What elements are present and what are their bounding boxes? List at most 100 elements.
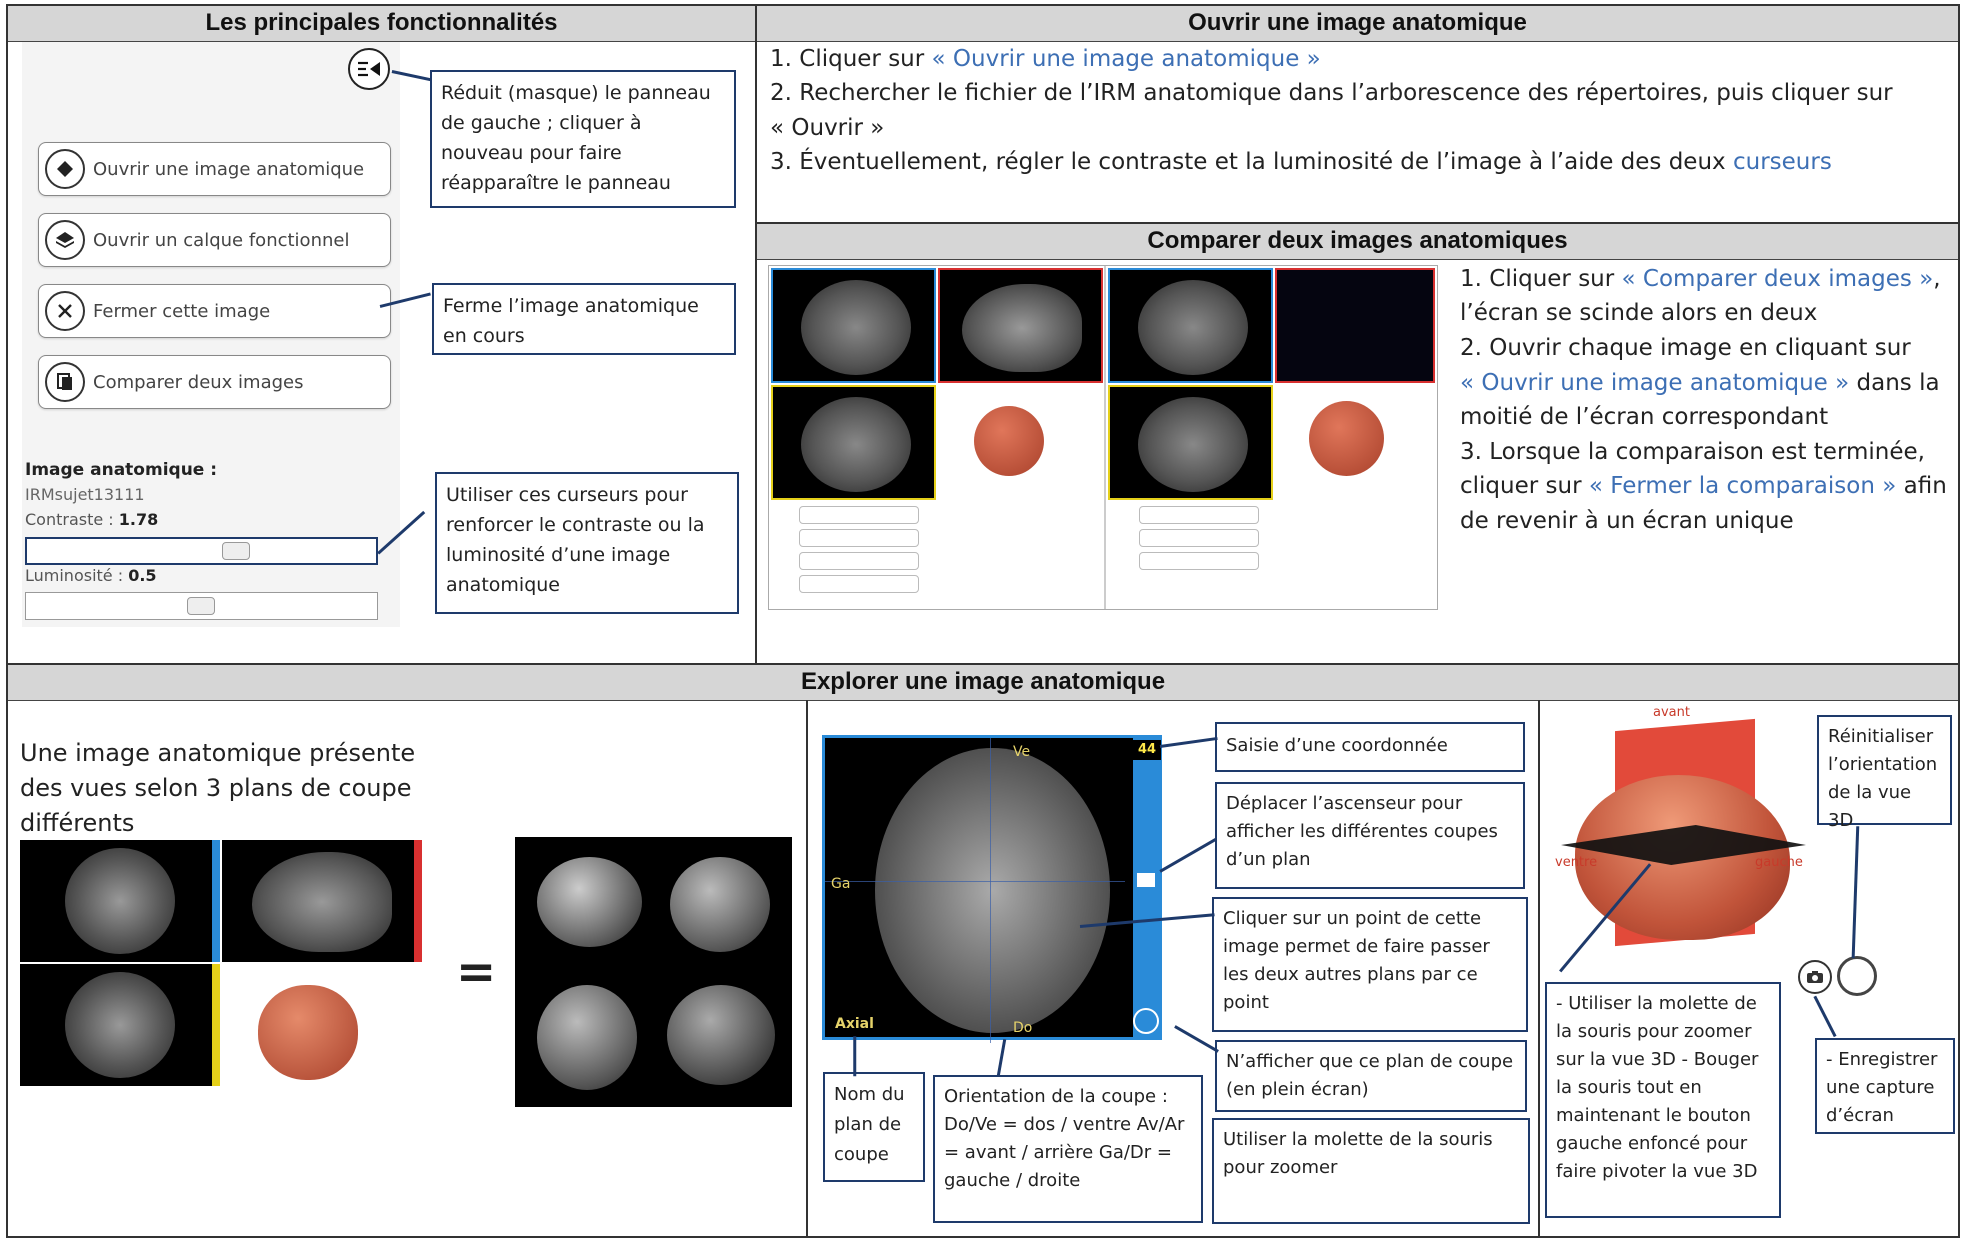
open-image-header: Ouvrir une image anatomique [757,6,1958,42]
compare-left-axial [771,268,936,383]
brightness-label: Luminosité : [25,566,124,585]
compare-step-2: 2. Ouvrir chaque image en cliquant sur [1460,335,1911,361]
compare-step-3-link[interactable]: « Fermer la comparaison » [1589,473,1896,499]
slider-note: Utiliser ces curseurs pour renforcer le … [435,472,739,614]
fullscreen-icon[interactable] [1133,1008,1159,1034]
compare-right-sagittal [1275,268,1435,383]
axial-slice-input[interactable]: 44 [1133,740,1161,760]
compare-images-label: Comparer deux images [93,371,304,393]
explore-divider-1 [806,700,808,1238]
compare-step-1: 1. Cliquer sur « Comparer deux images », [1460,262,1941,296]
compare-step-1-post: , [1933,266,1941,292]
compare-left-3d [974,406,1044,476]
axial-ga: Ga [831,876,851,892]
open-functional-label: Ouvrir un calque fonctionnel [93,229,350,251]
open-step-3: 3. Éventuellement, régler le contraste e… [770,145,1832,179]
brightness-row: Luminosité : 0.5 [25,566,157,585]
contrast-row: Contraste : 1.78 [25,510,158,529]
compare-step-3: 3. Lorsque la comparaison est terminée, [1460,439,1925,465]
callout-plane-name: Nom du plan de coupe [823,1072,925,1182]
explore-intro: Une image anatomique présente des vues s… [20,739,416,837]
contrast-slider-handle[interactable] [222,542,250,560]
compare-right-axial [1108,268,1273,383]
compare-left-coronal [771,385,936,500]
plane-coronal-thumb [20,964,220,1086]
axial-do: Do [1013,1020,1033,1036]
open-anatomical-button[interactable]: Ouvrir une image anatomique [38,142,391,196]
plane-sagittal-thumb [222,840,422,962]
open-step-1-link[interactable]: « Ouvrir une image anatomique » [932,46,1321,72]
close-image-button[interactable]: Fermer cette image [38,284,391,338]
axial-plane-name: Axial [835,1016,874,1032]
callout-coordinate: Saisie d’une coordonnée [1215,722,1525,772]
callout-capture: - Enregistrer une capture d’écran [1815,1038,1955,1134]
compare-step-2-line2: « Ouvrir une image anatomique » dans la [1460,366,1940,400]
plane-3d-thumb [258,985,358,1080]
compare-screenshot [768,265,1438,610]
explore-header: Explorer une image anatomique [8,665,1958,701]
axial-scroll-handle[interactable] [1137,873,1155,887]
image-label: Image anatomique : [25,460,218,480]
contrast-slider[interactable] [25,537,378,565]
axial-view[interactable]: Ve Do Ga Dr Axial 44 [822,735,1162,1043]
open-step-2: 2. Rechercher le fichier de l’IRM anatom… [770,80,1893,106]
close-note: Ferme l’image anatomique en cours [432,283,736,355]
open-step-1-text: 1. Cliquer sur [770,46,932,72]
compare-step-3-text: cliquer sur [1460,473,1589,499]
open-step-3-text: 3. Éventuellement, régler le contraste e… [770,149,1733,175]
label-ventre: ventre [1555,855,1598,870]
open-image-icon [45,149,85,189]
callout-mouse-3d: - Utiliser la molette de la souris pour … [1545,982,1781,1218]
callout-fullscreen: N’afficher que ce plan de coupe (en plei… [1215,1040,1527,1112]
brightness-slider[interactable] [25,592,378,620]
collapse-panel-icon[interactable] [348,48,390,90]
plane-axial-thumb [20,840,220,962]
equals-sign: = [456,944,497,1000]
contrast-label: Contraste : [25,510,114,529]
callout-click-point: Cliquer sur un point de cette image perm… [1212,897,1528,1032]
view-3d[interactable]: avant ventre gauche [1555,705,1810,965]
open-step-2-link[interactable]: « Ouvrir » [770,111,884,145]
compare-right-coronal [1108,385,1273,500]
callout-scroll: Déplacer l’ascenseur pour afficher les d… [1215,782,1525,889]
brightness-value: 0.5 [128,566,157,585]
compare-header: Comparer deux images anatomiques [757,224,1958,260]
compare-step-1-link[interactable]: « Comparer deux images » [1622,266,1934,292]
open-functional-layer-button[interactable]: Ouvrir un calque fonctionnel [38,213,391,267]
compare-right-3d [1309,401,1384,476]
compare-step-1-line2: l’écran se scinde alors en deux [1460,300,1818,326]
open-step-1: 1. Cliquer sur « Ouvrir une image anatom… [770,42,1321,76]
label-avant: avant [1653,705,1690,720]
compare-step-1-text: 1. Cliquer sur [1460,266,1622,292]
axial-scroll-track[interactable] [1133,738,1159,1037]
layers-icon [45,220,85,260]
compare-images-button[interactable]: Comparer deux images [38,355,391,409]
compare-left-sagittal [938,268,1103,383]
open-anatomical-label: Ouvrir une image anatomique [93,158,365,180]
label-gauche: gauche [1755,855,1803,870]
contrast-value: 1.78 [118,510,159,529]
axial-ve: Ve [1013,744,1031,760]
compare-step-2-link[interactable]: « Ouvrir une image anatomique » [1460,370,1849,396]
compare-icon [45,362,85,402]
collapse-note: Réduit (masque) le panneau de gauche ; c… [430,70,736,208]
compare-step-3-line2: cliquer sur « Fermer la comparaison » af… [1460,469,1947,503]
reset-orientation-icon[interactable] [1837,956,1877,996]
compare-step-3-line3: de revenir à un écran unique [1460,508,1794,534]
features-header: Les principales fonctionnalités [8,6,755,42]
compare-step-2-post: dans la [1849,370,1940,396]
divider-vertical-top [755,4,757,664]
connector-plane [853,1036,857,1077]
renders-3d-panel [515,837,792,1107]
brightness-slider-handle[interactable] [187,597,215,615]
callout-zoom: Utiliser la molette de la souris pour zo… [1212,1118,1530,1224]
compare-step-3-post: afin [1896,473,1947,499]
camera-icon[interactable] [1798,960,1832,994]
callout-reset: Réinitialiser l’orientation de la vue 3D [1817,715,1952,831]
callout-orientation: Orientation de la coupe : Do/Ve = dos / … [933,1075,1203,1223]
open-step-3-link[interactable]: curseurs [1733,149,1832,175]
close-image-label: Fermer cette image [93,300,271,322]
explore-divider-2 [1538,700,1540,1238]
image-name: IRMsujet13111 [25,485,145,504]
compare-step-2-line3: moitié de l’écran correspondant [1460,404,1829,430]
